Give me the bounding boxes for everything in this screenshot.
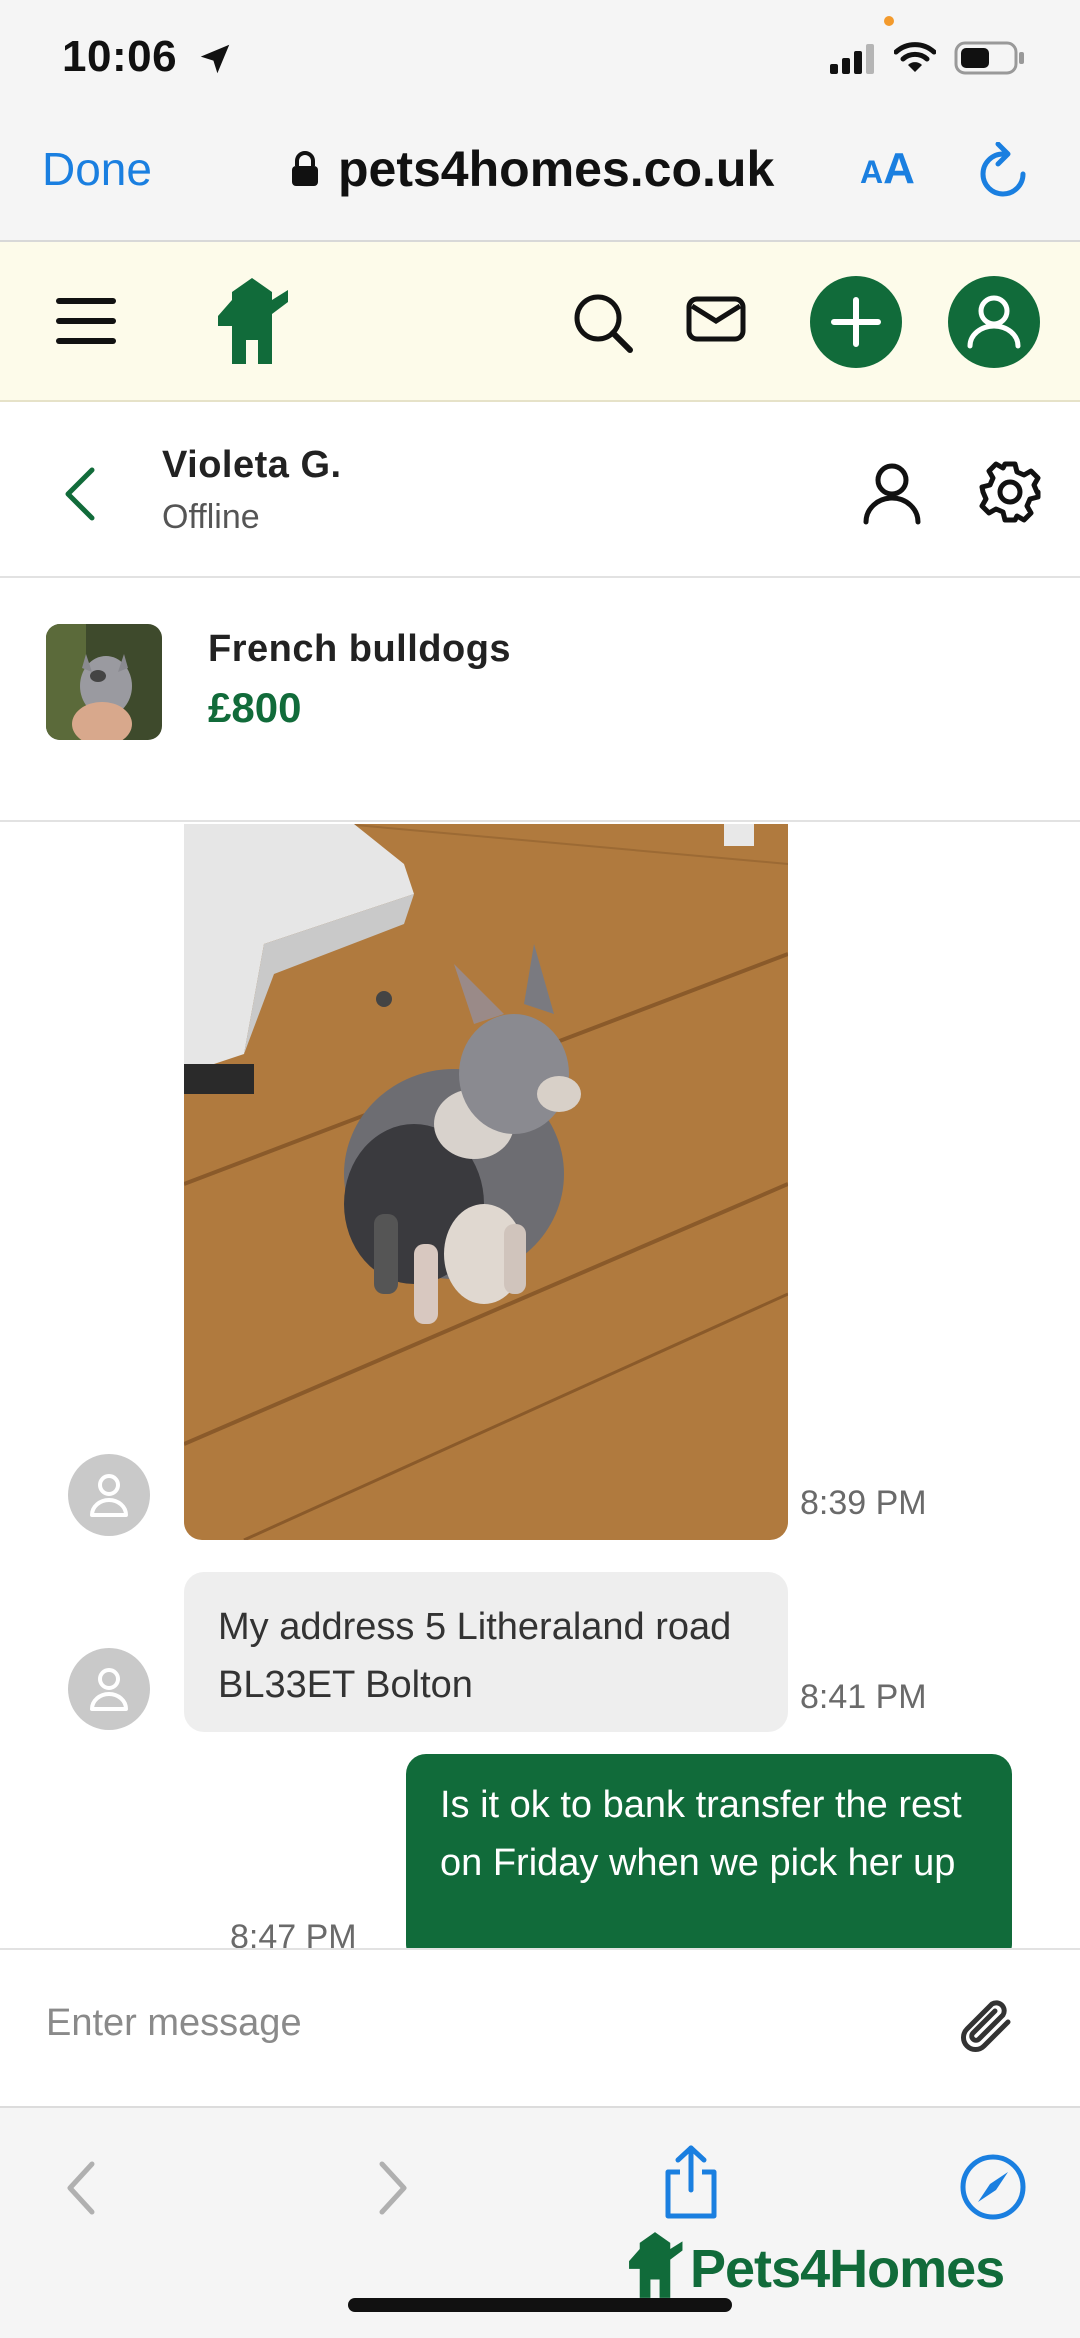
message-input[interactable]: Enter message xyxy=(46,2002,302,2045)
text-size-large-label: A xyxy=(883,144,915,193)
user-silhouette-icon xyxy=(90,1474,128,1517)
browser-forward-icon[interactable] xyxy=(372,2158,412,2218)
contact-name: Violeta G. xyxy=(162,444,342,486)
text-size-button[interactable]: AA xyxy=(860,144,915,194)
paperclip-icon[interactable] xyxy=(956,1994,1020,2058)
outgoing-message-bubble: Is it ok to bank transfer the rest on Fr… xyxy=(406,1754,1012,1948)
message-time: 8:47 PM xyxy=(230,1918,357,1948)
home-indicator[interactable] xyxy=(348,2298,732,2312)
message-time: 8:39 PM xyxy=(800,1484,927,1522)
search-icon[interactable] xyxy=(572,292,634,354)
chat-header: Violeta G. Offline xyxy=(0,414,1080,578)
message-photo[interactable] xyxy=(184,824,788,1540)
site-header xyxy=(0,242,1080,402)
account-button[interactable] xyxy=(948,276,1040,368)
pets4homes-logo-icon xyxy=(629,2232,683,2298)
message-time: 8:41 PM xyxy=(800,1678,927,1716)
address-bar[interactable]: pets4homes.co.uk xyxy=(290,140,774,198)
battery-icon xyxy=(954,41,1024,75)
plus-icon xyxy=(831,297,881,347)
status-time: 10:06 xyxy=(62,32,178,81)
reload-icon[interactable] xyxy=(976,142,1030,202)
location-arrow-icon xyxy=(200,44,230,74)
text-size-small-label: A xyxy=(860,154,884,190)
brand-logo: Pets4Homes xyxy=(626,2230,1005,2300)
privacy-indicator-dot xyxy=(884,16,894,26)
pets4homes-logo-icon[interactable] xyxy=(214,276,290,366)
user-icon xyxy=(967,295,1021,349)
share-icon[interactable] xyxy=(660,2144,722,2220)
brand-name: Pets4Homes xyxy=(690,2239,1005,2299)
message-text: Is it ok to bank transfer the rest on Fr… xyxy=(440,1784,962,1884)
puppy-thumbnail-image xyxy=(46,624,162,740)
message-composer[interactable]: Enter message xyxy=(0,1948,1080,2108)
contact-status: Offline xyxy=(162,498,260,536)
listing-title: French bulldogs xyxy=(208,628,512,670)
message-thread[interactable]: 8:39 PM My address 5 Litheraland road BL… xyxy=(0,824,1080,1948)
incoming-message-bubble: My address 5 Litheraland road BL33ET Bol… xyxy=(184,1572,788,1732)
messages-mail-icon[interactable] xyxy=(686,296,746,342)
listing-price: £800 xyxy=(208,684,302,731)
listing-thumbnail xyxy=(46,624,162,740)
done-button[interactable]: Done xyxy=(42,142,152,196)
sender-avatar xyxy=(68,1454,150,1536)
profile-icon[interactable] xyxy=(862,462,922,526)
add-listing-button[interactable] xyxy=(810,276,902,368)
lock-icon xyxy=(292,151,318,186)
user-silhouette-icon xyxy=(90,1668,128,1711)
browser-top-bar: Done pets4homes.co.uk AA xyxy=(0,118,1080,242)
sender-avatar xyxy=(68,1648,150,1730)
hamburger-menu-icon[interactable] xyxy=(56,298,116,344)
wifi-icon xyxy=(894,42,936,72)
listing-summary[interactable]: French bulldogs £800 xyxy=(0,580,1080,822)
message-text: My address 5 Litheraland road BL33ET Bol… xyxy=(218,1606,732,1706)
chevron-left-icon[interactable] xyxy=(60,464,100,524)
gear-icon[interactable] xyxy=(978,460,1042,524)
url-text: pets4homes.co.uk xyxy=(338,141,775,197)
french-bulldog-photo xyxy=(184,824,788,1540)
cellular-signal-icon xyxy=(830,44,874,74)
compass-icon[interactable] xyxy=(958,2152,1028,2222)
status-bar: 10:06 xyxy=(0,0,1080,118)
browser-back-icon[interactable] xyxy=(62,2158,102,2218)
